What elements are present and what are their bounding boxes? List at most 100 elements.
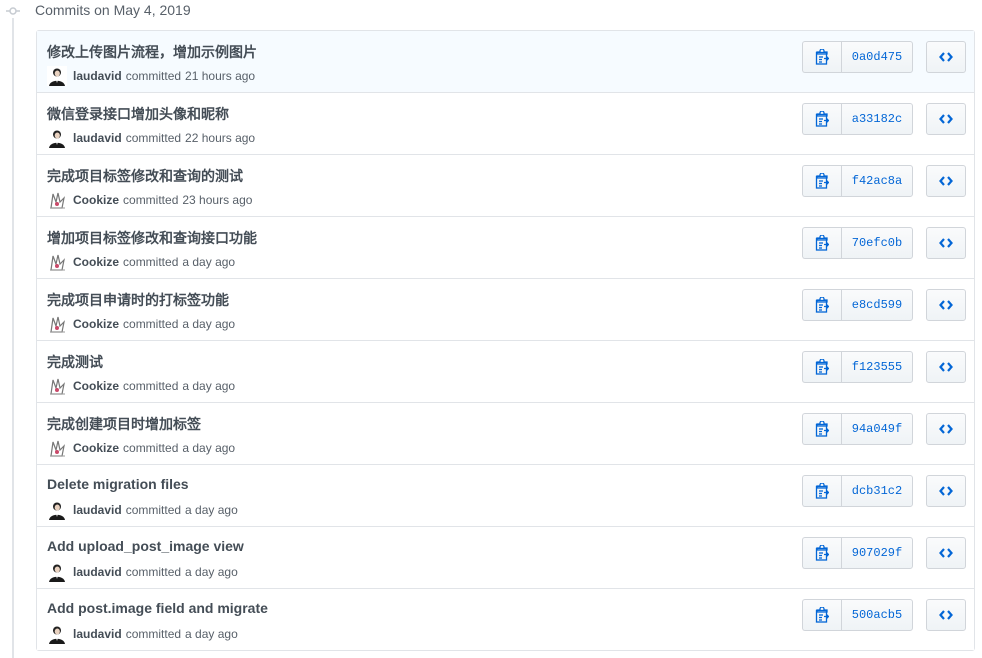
commit-author-link[interactable]: Cookize — [73, 255, 119, 269]
commit-row: 完成项目申请时的打标签功能 Cookize committed a day ag… — [37, 278, 974, 340]
code-icon — [939, 176, 953, 186]
code-icon — [939, 424, 953, 434]
avatar[interactable] — [47, 500, 67, 520]
commit-verb: committed — [125, 565, 182, 579]
copy-sha-button[interactable] — [802, 413, 841, 445]
sha-button-group: f123555 — [802, 351, 913, 383]
commit-row: 增加项目标签修改和查询接口功能 Cookize committed a day … — [37, 216, 974, 278]
avatar[interactable] — [47, 562, 67, 582]
code-icon — [939, 300, 953, 310]
browse-code-button[interactable] — [926, 103, 966, 135]
copy-sha-button[interactable] — [802, 289, 841, 321]
commit-author-link[interactable]: Cookize — [73, 317, 119, 331]
clippy-icon — [815, 359, 829, 375]
commit-meta: laudavid committed a day ago — [47, 562, 238, 582]
commit-meta: Cookize committed a day ago — [47, 376, 235, 396]
commit-meta: Cookize committed a day ago — [47, 252, 235, 272]
avatar[interactable] — [47, 376, 67, 396]
clippy-icon — [815, 173, 829, 189]
sha-button-group: 94a049f — [802, 413, 913, 445]
commit-verb: committed — [123, 441, 179, 455]
commit-meta: laudavid committed a day ago — [47, 624, 238, 644]
commit-author-link[interactable]: Cookize — [73, 441, 119, 455]
avatar[interactable] — [47, 190, 67, 210]
avatar[interactable] — [47, 252, 67, 272]
code-icon — [939, 362, 953, 372]
commit-sha-link[interactable]: a33182c — [841, 103, 913, 135]
commit-author-link[interactable]: Cookize — [73, 379, 119, 393]
commit-sha-link[interactable]: 70efc0b — [841, 227, 913, 259]
avatar[interactable] — [47, 438, 67, 458]
commit-sha-link[interactable]: e8cd599 — [841, 289, 913, 321]
avatar[interactable] — [47, 66, 67, 86]
git-commit-icon — [6, 7, 20, 15]
commit-title-link[interactable]: 完成项目申请时的打标签功能 — [47, 290, 229, 310]
avatar[interactable] — [47, 624, 67, 644]
commit-author-link[interactable]: laudavid — [73, 131, 122, 145]
commit-sha-link[interactable]: 94a049f — [841, 413, 913, 445]
commit-title-link[interactable]: 修改上传图片流程，增加示例图片 — [47, 42, 257, 62]
sha-button-group: 70efc0b — [802, 227, 913, 259]
commit-title-link[interactable]: Delete migration files — [47, 476, 189, 492]
commit-author-link[interactable]: laudavid — [73, 503, 122, 517]
browse-code-button[interactable] — [926, 351, 966, 383]
clippy-icon — [815, 111, 829, 127]
copy-sha-button[interactable] — [802, 351, 841, 383]
clippy-icon — [815, 235, 829, 251]
commit-time: a day ago — [182, 441, 236, 455]
sha-button-group: 907029f — [802, 537, 913, 569]
commit-time: a day ago — [182, 317, 236, 331]
commit-row: 完成测试 Cookize committed a day ago f123555 — [37, 340, 974, 402]
commit-meta: Cookize committed a day ago — [47, 438, 235, 458]
commit-title-link[interactable]: Add upload_post_image view — [47, 538, 244, 554]
browse-code-button[interactable] — [926, 41, 966, 73]
commit-sha-link[interactable]: 0a0d475 — [841, 41, 913, 73]
commit-row: Add post.image field and migrate laudavi… — [37, 588, 974, 650]
commit-verb: committed — [125, 503, 182, 517]
commit-meta: laudavid committed 21 hours ago — [47, 66, 255, 86]
commit-sha-link[interactable]: f123555 — [841, 351, 913, 383]
copy-sha-button[interactable] — [802, 537, 841, 569]
browse-code-button[interactable] — [926, 227, 966, 259]
copy-sha-button[interactable] — [802, 475, 841, 507]
copy-sha-button[interactable] — [802, 227, 841, 259]
browse-code-button[interactable] — [926, 475, 966, 507]
commit-title-link[interactable]: Add post.image field and migrate — [47, 600, 268, 616]
copy-sha-button[interactable] — [802, 103, 841, 135]
copy-sha-button[interactable] — [802, 41, 841, 73]
commit-row: 完成项目标签修改和查询的测试 Cookize committed 23 hour… — [37, 154, 974, 216]
commit-row: 修改上传图片流程，增加示例图片 laudavid committed 21 ho… — [37, 31, 974, 92]
sha-button-group: dcb31c2 — [802, 475, 913, 507]
browse-code-button[interactable] — [926, 165, 966, 197]
sha-button-group: 0a0d475 — [802, 41, 913, 73]
commit-sha-link[interactable]: f42ac8a — [841, 165, 913, 197]
avatar[interactable] — [47, 314, 67, 334]
commit-time: a day ago — [182, 379, 236, 393]
timeline-line — [12, 18, 14, 658]
commit-author-link[interactable]: laudavid — [73, 69, 122, 83]
avatar[interactable] — [47, 128, 67, 148]
commit-title-link[interactable]: 完成项目标签修改和查询的测试 — [47, 166, 243, 186]
commit-time: a day ago — [182, 255, 236, 269]
commit-author-link[interactable]: laudavid — [73, 627, 122, 641]
browse-code-button[interactable] — [926, 537, 966, 569]
commit-title-link[interactable]: 完成创建项目时增加标签 — [47, 414, 201, 434]
browse-code-button[interactable] — [926, 413, 966, 445]
commit-author-link[interactable]: Cookize — [73, 193, 119, 207]
commit-sha-link[interactable]: 907029f — [841, 537, 913, 569]
sha-button-group: a33182c — [802, 103, 913, 135]
commit-title-link[interactable]: 完成测试 — [47, 352, 103, 372]
copy-sha-button[interactable] — [802, 599, 841, 631]
browse-code-button[interactable] — [926, 599, 966, 631]
commit-sha-link[interactable]: 500acb5 — [841, 599, 913, 631]
commit-verb: committed — [123, 193, 179, 207]
code-icon — [939, 114, 953, 124]
clippy-icon — [815, 545, 829, 561]
copy-sha-button[interactable] — [802, 165, 841, 197]
browse-code-button[interactable] — [926, 289, 966, 321]
commit-title-link[interactable]: 增加项目标签修改和查询接口功能 — [47, 228, 257, 248]
commit-title-link[interactable]: 微信登录接口增加头像和昵称 — [47, 104, 229, 124]
commit-author-link[interactable]: laudavid — [73, 565, 122, 579]
commit-sha-link[interactable]: dcb31c2 — [841, 475, 913, 507]
commit-verb: committed — [125, 131, 182, 145]
